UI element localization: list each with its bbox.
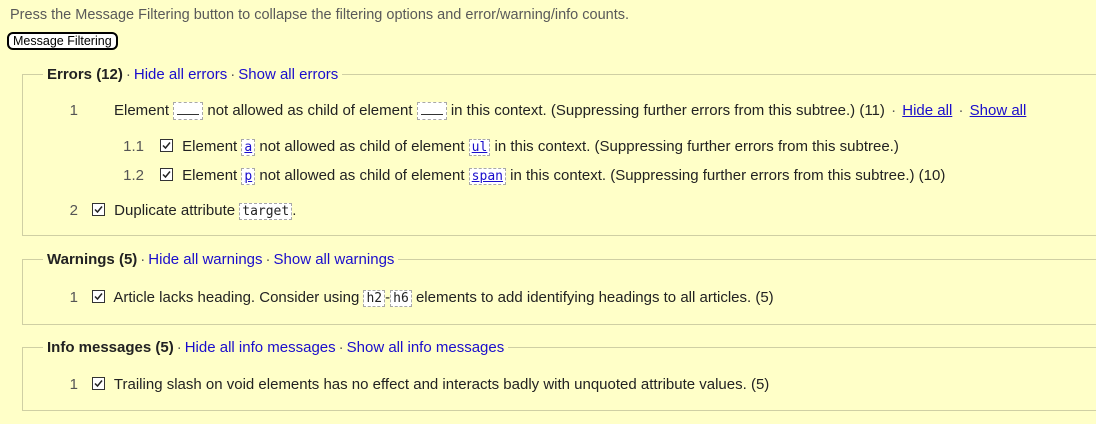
- h6-code: h6: [390, 290, 412, 307]
- show-all-link[interactable]: Show all: [970, 102, 1027, 119]
- hide-all-warnings-link[interactable]: Hide all warnings: [148, 251, 262, 268]
- element-placeholder: [173, 102, 204, 120]
- message-filtering-button[interactable]: Message Filtering: [7, 32, 118, 50]
- errors-legend: Errors (12) · Hide all errors · Show all err…: [43, 66, 342, 83]
- error-text: Element: [114, 102, 170, 119]
- parent-element-placeholder: [416, 102, 447, 120]
- warnings-legend: Warnings (5) · Hide all warnings · Show all …: [43, 251, 398, 268]
- message-checkbox[interactable]: [92, 290, 105, 303]
- show-all-info-link[interactable]: Show all info messages: [347, 339, 505, 356]
- show-all-errors-link[interactable]: Show all errors: [238, 66, 338, 83]
- element-link[interactable]: p: [244, 169, 252, 184]
- show-all-warnings-link[interactable]: Show all warnings: [274, 251, 395, 268]
- error-text: not allowed as child of element: [259, 167, 465, 184]
- instructions-text: Press the Message Filtering button to co…: [10, 7, 630, 23]
- errors-title: Errors (12): [47, 66, 123, 83]
- warning-text: Article lacks heading. Consider using: [113, 289, 360, 306]
- error-text: not allowed as child of element: [259, 138, 465, 155]
- parent-element-code: ul: [468, 139, 491, 156]
- parent-element-link[interactable]: ul: [472, 140, 488, 155]
- message-filtering-panel: Press the Message Filtering button to co…: [0, 0, 1096, 424]
- info-legend: Info messages (5) · Hide all info messages…: [43, 339, 508, 356]
- error-text: in this context. (Suppressing further er…: [510, 167, 946, 184]
- element-code: a: [241, 139, 256, 156]
- message-checkbox[interactable]: [160, 139, 173, 152]
- error-text: in this context. (Suppressing further er…: [494, 138, 899, 155]
- info-title: Info messages (5): [47, 339, 174, 356]
- legend-separator: ·: [265, 251, 271, 268]
- element-code: p: [241, 168, 256, 185]
- error-number: 1.2: [123, 167, 144, 184]
- message-checkbox[interactable]: [92, 203, 105, 216]
- error-number: 1.1: [123, 138, 144, 155]
- error-number: 1: [69, 102, 78, 119]
- element-link[interactable]: a: [244, 140, 252, 155]
- parent-element-link[interactable]: span: [472, 169, 503, 184]
- error-text: .: [292, 202, 297, 219]
- hide-all-info-link[interactable]: Hide all info messages: [185, 339, 336, 356]
- info-text: Trailing slash on void elements has no e…: [113, 376, 770, 393]
- error-text: not allowed as child of element: [207, 102, 413, 119]
- legend-separator: ·: [140, 251, 146, 268]
- hide-all-errors-link[interactable]: Hide all errors: [134, 66, 227, 83]
- error-text: Element: [182, 167, 238, 184]
- error-text: Duplicate attribute: [114, 202, 236, 219]
- attribute-code: target: [239, 203, 293, 220]
- legend-separator: ·: [125, 66, 131, 83]
- info-number: 1: [69, 376, 78, 393]
- legend-separator: ·: [338, 339, 344, 356]
- hide-all-link[interactable]: Hide all: [902, 102, 952, 119]
- h2-code: h2: [363, 290, 386, 307]
- message-checkbox[interactable]: [92, 377, 105, 390]
- legend-separator: ·: [230, 66, 236, 83]
- error-text: in this context. (Suppressing further er…: [450, 102, 885, 119]
- error-number: 2: [69, 202, 78, 219]
- error-text: Element: [182, 138, 238, 155]
- warnings-title: Warnings (5): [47, 251, 138, 268]
- message-checkbox[interactable]: [160, 168, 173, 181]
- warning-text: elements to add identifying headings to …: [415, 289, 774, 306]
- legend-separator: ·: [176, 339, 182, 356]
- warning-number: 1: [69, 289, 78, 306]
- parent-element-code: span: [468, 168, 506, 185]
